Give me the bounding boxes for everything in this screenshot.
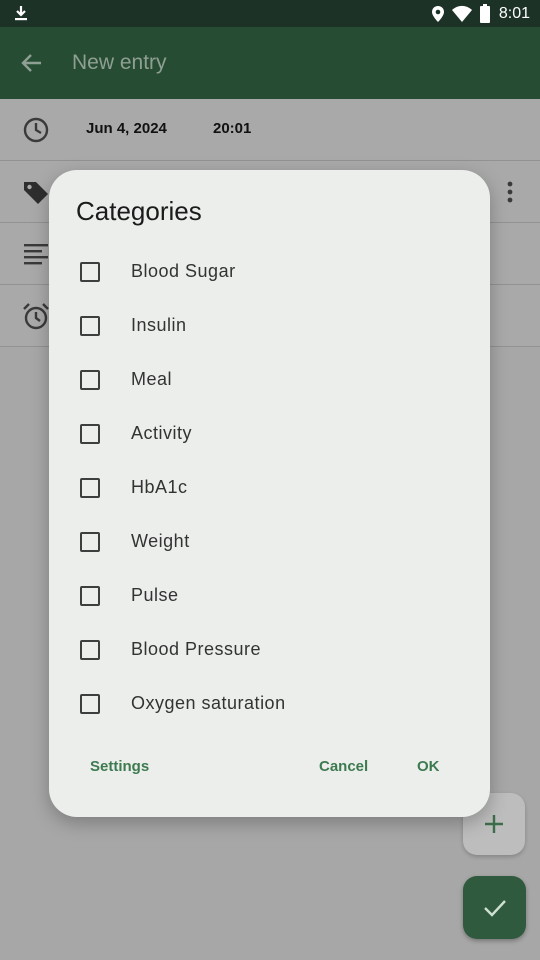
option-weight[interactable]: Weight — [49, 515, 490, 569]
option-label: Oxygen saturation — [131, 693, 286, 713]
status-bar: 8:01 — [0, 0, 540, 27]
option-pulse[interactable]: Pulse — [49, 569, 490, 623]
option-label: Blood Pressure — [131, 639, 262, 659]
cancel-button[interactable]: Cancel — [319, 758, 368, 775]
option-label: Blood Sugar — [131, 261, 236, 281]
checkbox[interactable] — [80, 316, 100, 336]
option-label: Meal — [131, 369, 173, 389]
checkbox[interactable] — [80, 424, 100, 444]
time-value[interactable]: 20:01 — [213, 120, 251, 137]
checkbox[interactable] — [80, 694, 100, 714]
ok-button[interactable]: OK — [417, 758, 440, 775]
checkbox[interactable] — [80, 586, 100, 606]
dialog-title: Categories — [76, 196, 202, 226]
app-bar: New entry — [0, 27, 540, 99]
option-blood-pressure[interactable]: Blood Pressure — [49, 623, 490, 677]
datetime-row: Jun 4, 2024 20:01 — [0, 99, 540, 161]
download-icon — [15, 6, 27, 21]
clock-icon — [23, 117, 49, 143]
option-activity[interactable]: Activity — [49, 407, 490, 461]
notes-icon — [24, 244, 48, 265]
checkbox[interactable] — [80, 532, 100, 552]
location-icon — [431, 6, 444, 22]
checkbox[interactable] — [80, 640, 100, 660]
checkbox[interactable] — [80, 262, 100, 282]
option-insulin[interactable]: Insulin — [49, 299, 490, 353]
option-meal[interactable]: Meal — [49, 353, 490, 407]
alarm-icon — [23, 303, 49, 330]
option-label: Weight — [131, 531, 190, 551]
status-time: 8:01 — [498, 5, 530, 22]
check-icon — [484, 900, 506, 917]
settings-button[interactable]: Settings — [90, 758, 149, 775]
option-oxygen-saturation[interactable]: Oxygen saturation — [49, 677, 490, 731]
save-button[interactable] — [463, 876, 526, 939]
wifi-icon — [451, 5, 472, 22]
option-blood-sugar[interactable]: Blood Sugar — [49, 245, 490, 299]
date-value[interactable]: Jun 4, 2024 — [86, 120, 167, 137]
option-label: Pulse — [131, 585, 179, 605]
option-hba1c[interactable]: HbA1c — [49, 461, 490, 515]
categories-dialog: Categories Blood Sugar Insulin Meal Acti… — [49, 170, 490, 817]
option-label: Activity — [131, 423, 193, 443]
page-title: New entry — [72, 51, 167, 74]
option-label: Insulin — [131, 315, 187, 335]
tag-icon — [24, 182, 48, 204]
more-vert-icon[interactable] — [498, 179, 522, 205]
checkbox[interactable] — [80, 478, 100, 498]
plus-icon — [485, 815, 503, 833]
option-label: HbA1c — [131, 477, 188, 497]
back-arrow-icon[interactable] — [18, 49, 46, 77]
battery-icon — [479, 4, 490, 23]
checkbox[interactable] — [80, 370, 100, 390]
